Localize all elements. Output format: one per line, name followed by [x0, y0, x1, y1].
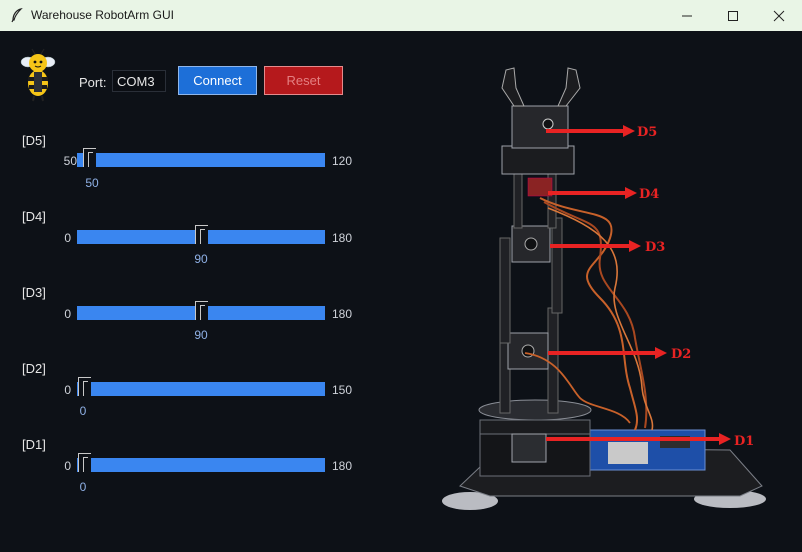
slider-min-d1: 0 [64, 459, 71, 473]
slider-thumb-d1[interactable] [78, 453, 91, 472]
robot-tag-d2: D2 [671, 347, 691, 362]
joint-label-d3: [D3] [22, 285, 46, 300]
minimize-button[interactable] [664, 0, 710, 31]
slider-d1[interactable] [77, 453, 325, 472]
port-label: Port: [79, 75, 107, 90]
slider-max-d1: 180 [332, 459, 353, 473]
slider-max-d5: 120 [332, 154, 353, 168]
joint-label-d2: [D2] [22, 361, 46, 376]
slider-d4[interactable] [77, 225, 325, 244]
slider-max-d2: 150 [332, 383, 353, 397]
slider-d5[interactable] [77, 148, 325, 167]
slider-value-d5: 50 [85, 176, 99, 190]
window-title: Warehouse RobotArm GUI [31, 8, 174, 22]
slider-thumb-d2[interactable] [78, 377, 91, 396]
slider-min-d5: 50 [63, 154, 77, 168]
close-button[interactable] [756, 0, 802, 31]
slider-value-d4: 90 [194, 252, 208, 266]
slider-value-d3: 90 [194, 328, 208, 342]
maximize-button[interactable] [710, 0, 756, 31]
joint-label-d1: [D1] [22, 437, 46, 452]
minimize-icon [682, 15, 692, 17]
slider-min-d2: 0 [64, 383, 71, 397]
slider-value-d1: 0 [79, 480, 87, 494]
robot-tag-d3: D3 [645, 240, 665, 255]
bee-mascot-icon [20, 48, 56, 102]
slider-min-d4: 0 [64, 231, 71, 245]
slider-d2[interactable] [77, 377, 325, 396]
connect-button[interactable]: Connect [178, 66, 257, 95]
feather-icon [11, 8, 23, 23]
arrow-d2: D2 [548, 347, 691, 362]
slider-min-d3: 0 [64, 307, 71, 321]
port-input[interactable] [112, 70, 166, 92]
slider-max-d4: 180 [332, 231, 353, 245]
slider-thumb-d4[interactable] [195, 225, 208, 244]
robot-tag-d4: D4 [639, 187, 659, 202]
slider-max-d3: 180 [332, 307, 353, 321]
slider-thumb-d5[interactable] [83, 148, 96, 167]
close-icon [773, 10, 785, 22]
window-titlebar: Warehouse RobotArm GUI [0, 0, 802, 32]
slider-d3[interactable] [77, 301, 325, 320]
robot-tag-d5: D5 [637, 125, 657, 140]
joint-label-d4: [D4] [22, 209, 46, 224]
slider-value-d2: 0 [79, 404, 87, 418]
reset-button[interactable]: Reset [264, 66, 343, 95]
slider-thumb-d3[interactable] [195, 301, 208, 320]
maximize-icon [728, 11, 738, 21]
robot-arm-image: D5 D4 D3 D2 D1 [442, 67, 766, 510]
joint-label-d5: [D5] [22, 133, 46, 148]
arrow-d4: D4 [548, 187, 659, 202]
robot-tag-d1: D1 [734, 434, 754, 449]
